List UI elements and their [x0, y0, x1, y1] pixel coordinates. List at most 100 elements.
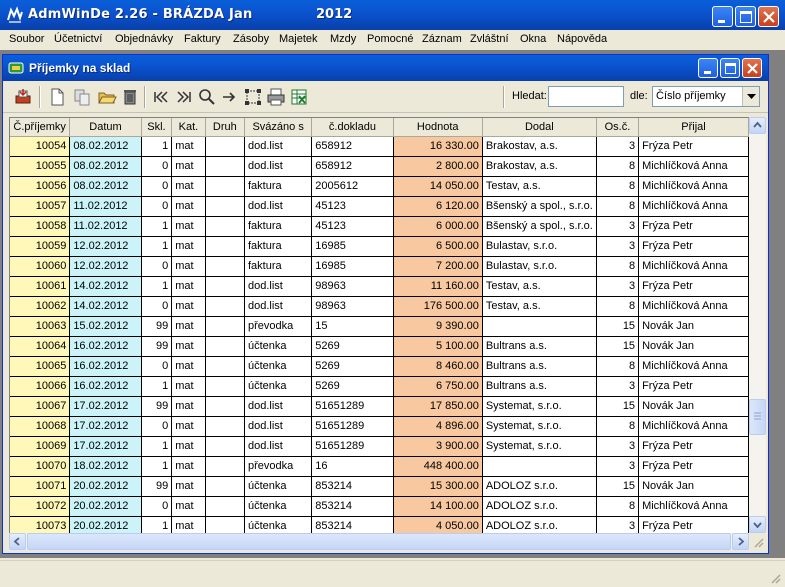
goto-icon[interactable] [220, 87, 240, 107]
table-row[interactable]: 10059 12.02.2012 1 mat faktura 16985 6 500.00 B… [10, 236, 749, 257]
table-row[interactable]: 10061 14.02.2012 1 mat dod.list 98963 11 160.0… [10, 276, 749, 297]
minimize-button[interactable] [712, 6, 733, 27]
table-cell: 1 [141, 516, 173, 533]
vertical-scroll-thumb[interactable] [749, 399, 766, 435]
table-row[interactable]: 10072 20.02.2012 0 mat účtenka 853214 14 100.0… [10, 496, 749, 517]
column-header[interactable]: Os.č. [596, 118, 640, 137]
open-folder-icon[interactable] [97, 87, 117, 107]
column-header[interactable]: Svázáno s [244, 118, 313, 137]
column-header[interactable]: Kat. [171, 118, 206, 137]
table-cell: 14 100.00 [393, 496, 483, 517]
table-cell [205, 336, 246, 357]
sort-by-select[interactable]: Číslo příjemky [652, 86, 760, 107]
table-cell: dod.list [244, 436, 313, 457]
column-header[interactable]: Dodal [482, 118, 597, 137]
window-maximize-button[interactable] [720, 58, 740, 78]
resize-grip-icon[interactable] [768, 571, 782, 585]
column-header[interactable]: Přijal [638, 118, 749, 137]
table-row[interactable]: 10054 08.02.2012 1 mat dod.list 658912 16 330.… [10, 136, 749, 157]
table-row[interactable]: 10070 18.02.2012 1 mat převodka 16 448 400.00 3… [10, 456, 749, 477]
last-record-icon[interactable] [174, 87, 194, 107]
menu-faktury[interactable]: Faktury [184, 33, 221, 45]
table-row[interactable]: 10060 12.02.2012 0 mat faktura 16985 7 200.00 B… [10, 256, 749, 277]
menu-okna[interactable]: Okna [520, 33, 546, 45]
table-cell: 14.02.2012 [69, 296, 142, 317]
scroll-right-button[interactable] [732, 533, 749, 550]
delete-icon[interactable] [120, 87, 140, 107]
window-minimize-button[interactable] [698, 58, 718, 78]
menu-objednavky[interactable]: Objednávky [115, 33, 173, 45]
table-row[interactable]: 10055 08.02.2012 0 mat dod.list 658912 2 800.0… [10, 156, 749, 177]
table-cell: 17.02.2012 [69, 416, 142, 437]
table-row[interactable]: 10068 17.02.2012 0 mat dod.list 51651289 4 896… [10, 416, 749, 437]
table-cell: 16.02.2012 [69, 376, 142, 397]
table-row[interactable]: 10067 17.02.2012 99 mat dod.list 51651289 17 8… [10, 396, 749, 417]
search-icon[interactable] [197, 87, 217, 107]
column-header[interactable]: Datum [69, 118, 142, 137]
column-header[interactable]: Č.příjemky [10, 118, 71, 137]
horizontal-scroll-thumb[interactable] [27, 533, 731, 550]
horizontal-scrollbar[interactable] [9, 533, 749, 550]
table-cell: 3 [596, 216, 640, 237]
menu-zvlastni[interactable]: Zvláštní [470, 33, 509, 45]
search-input[interactable] [548, 86, 624, 107]
table-cell: 0 [141, 416, 173, 437]
window-close-button[interactable] [742, 58, 762, 78]
first-record-icon[interactable] [151, 87, 171, 107]
table-row[interactable]: 10066 16.02.2012 1 mat účtenka 5269 6 750.00 Bu… [10, 376, 749, 397]
table-row[interactable]: 10071 20.02.2012 99 mat účtenka 853214 15 300.… [10, 476, 749, 497]
menu-mzdy[interactable]: Mzdy [330, 33, 356, 45]
resize-grip-icon[interactable] [751, 535, 765, 549]
table-row[interactable]: 10065 16.02.2012 0 mat účtenka 5269 8 460.00 Bu… [10, 356, 749, 377]
table-row[interactable]: 10073 20.02.2012 1 mat účtenka 853214 4 050.00… [10, 516, 749, 533]
table-cell: 51651289 [311, 436, 394, 457]
scroll-left-button[interactable] [9, 533, 26, 550]
new-document-icon[interactable] [47, 87, 67, 107]
printer-icon[interactable] [266, 87, 286, 107]
column-header[interactable]: Druh [205, 118, 246, 137]
table-cell: dod.list [244, 276, 313, 297]
column-header[interactable]: Skl. [141, 118, 173, 137]
receipts-grid[interactable]: Č.příjemky Datum Skl. Kat. Druh Svázáno s č.do… [9, 117, 749, 533]
column-header[interactable]: č.dokladu [311, 118, 394, 137]
print-icon[interactable] [13, 87, 33, 107]
table-row[interactable]: 10056 08.02.2012 0 mat faktura 2005612 14 050.… [10, 176, 749, 197]
receipts-window-titlebar[interactable]: Příjemky na sklad [3, 55, 768, 81]
select-range-icon[interactable] [243, 87, 263, 107]
menu-ucetnictvi[interactable]: Účetnictví [54, 33, 102, 45]
chevron-left-icon [13, 537, 20, 546]
maximize-button[interactable] [735, 6, 756, 27]
excel-export-icon[interactable] [289, 87, 309, 107]
table-cell [205, 376, 246, 397]
menu-soubor[interactable]: Soubor [9, 33, 44, 45]
table-cell: účtenka [244, 496, 313, 517]
menu-majetek[interactable]: Majetek [279, 33, 318, 45]
scroll-down-button[interactable] [749, 516, 766, 533]
table-row[interactable]: 10063 15.02.2012 99 mat převodka 15 9 390.00 15… [10, 316, 749, 337]
table-cell: 0 [141, 196, 173, 217]
table-cell: 8 [596, 156, 640, 177]
copy-document-icon[interactable] [72, 87, 92, 107]
menu-napoveda[interactable]: Nápověda [557, 33, 607, 45]
close-button[interactable] [758, 6, 779, 27]
table-cell: 1 [141, 436, 173, 457]
table-cell: 3 [596, 376, 640, 397]
dropdown-button[interactable] [742, 87, 759, 106]
vertical-scrollbar[interactable] [749, 117, 766, 533]
table-row[interactable]: 10069 17.02.2012 1 mat dod.list 51651289 3 900… [10, 436, 749, 457]
toolbar: Hledat: dle: Číslo příjemky [3, 81, 768, 113]
menu-pomocne[interactable]: Pomocné [367, 33, 413, 45]
table-cell: 10054 [10, 136, 71, 157]
table-row[interactable]: 10062 14.02.2012 0 mat dod.list 98963 176 500.… [10, 296, 749, 317]
table-row[interactable]: 10057 11.02.2012 0 mat dod.list 45123 6 120.00… [10, 196, 749, 217]
column-header[interactable]: Hodnota [393, 118, 483, 137]
menu-zasoby[interactable]: Zásoby [233, 33, 269, 45]
table-cell: 11 160.00 [393, 276, 483, 297]
table-cell: dod.list [244, 396, 313, 417]
menu-zaznam[interactable]: Záznam [422, 33, 462, 45]
sort-by-value: Číslo příjemky [656, 90, 726, 102]
scroll-up-button[interactable] [749, 117, 766, 134]
app-titlebar[interactable]: AdmWinDe 2.26 - BRÁZDA Jan 2012 [0, 0, 785, 30]
table-row[interactable]: 10058 11.02.2012 1 mat faktura 45123 6 000.00 B… [10, 216, 749, 237]
table-row[interactable]: 10064 16.02.2012 99 mat účtenka 5269 5 100.00 B… [10, 336, 749, 357]
